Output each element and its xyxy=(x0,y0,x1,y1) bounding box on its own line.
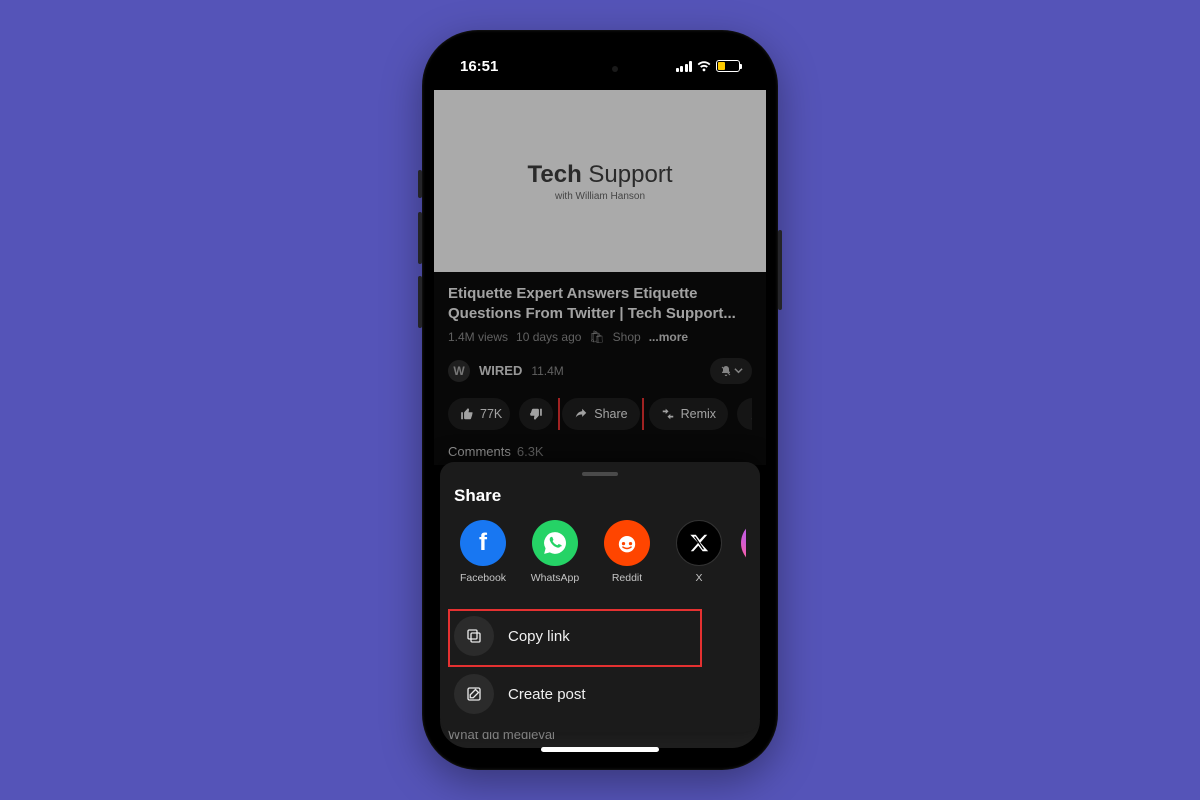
share-app-x[interactable]: X xyxy=(670,520,728,596)
home-indicator[interactable] xyxy=(541,747,659,752)
reddit-icon xyxy=(604,520,650,566)
wifi-icon xyxy=(696,60,712,72)
share-app-reddit[interactable]: Reddit xyxy=(598,520,656,596)
side-button xyxy=(418,170,422,198)
power-button xyxy=(778,230,782,310)
copy-link-label: Copy link xyxy=(508,628,570,645)
download-icon xyxy=(749,407,752,421)
view-count: 1.4M views xyxy=(448,330,508,344)
volume-up-button xyxy=(418,212,422,264)
create-post-button[interactable]: Create post xyxy=(454,672,746,716)
thumbnail-title: Tech Support xyxy=(528,161,673,189)
video-info: Etiquette Expert Answers Etiquette Quest… xyxy=(434,272,766,465)
messenger-icon xyxy=(741,520,746,566)
screen: 16:51 Tech Support with William Hanson E… xyxy=(434,42,766,758)
remix-icon xyxy=(661,407,675,421)
share-sheet-title: Share xyxy=(454,486,746,506)
action-chips: 77K Share Remix Do xyxy=(448,398,752,430)
download-button[interactable]: Do xyxy=(737,398,752,430)
x-icon xyxy=(676,520,722,566)
dynamic-island xyxy=(550,56,650,82)
phone-frame: 16:51 Tech Support with William Hanson E… xyxy=(422,30,778,770)
whatsapp-icon xyxy=(532,520,578,566)
copy-icon xyxy=(465,627,483,645)
facebook-icon: f xyxy=(460,520,506,566)
share-sheet: Share f Facebook WhatsApp Reddit X xyxy=(440,462,760,732)
thumbs-down-icon xyxy=(529,407,543,421)
share-button[interactable]: Share xyxy=(562,398,639,430)
remix-label: Remix xyxy=(681,407,716,421)
bell-icon xyxy=(720,365,732,377)
video-title[interactable]: Etiquette Expert Answers Etiquette Quest… xyxy=(448,284,752,325)
channel-avatar[interactable]: W xyxy=(448,360,470,382)
comments-label: Comments xyxy=(448,444,511,459)
cellular-icon xyxy=(676,61,693,72)
dislike-button[interactable] xyxy=(519,398,553,430)
drag-handle[interactable] xyxy=(582,472,618,476)
channel-row: W WIRED 11.4M xyxy=(448,358,752,384)
comments-count: 6.3K xyxy=(517,444,544,459)
remix-button[interactable]: Remix xyxy=(649,398,728,430)
share-apps-row[interactable]: f Facebook WhatsApp Reddit X Faceb xyxy=(454,520,746,596)
like-button[interactable]: 77K xyxy=(448,398,510,430)
share-label: Share xyxy=(594,407,627,421)
shop-label[interactable]: Shop xyxy=(613,330,641,344)
share-app-whatsapp[interactable]: WhatsApp xyxy=(526,520,584,596)
like-count: 77K xyxy=(480,407,502,421)
copy-link-button[interactable]: Copy link xyxy=(454,614,746,658)
chevron-down-icon xyxy=(734,366,743,375)
share-app-messenger[interactable]: Faceb Mess xyxy=(742,520,746,596)
comments-row[interactable]: Comments 6.3K xyxy=(448,444,752,459)
video-meta: 1.4M views 10 days ago 🛍 Shop ...more xyxy=(448,330,752,344)
video-thumbnail[interactable]: Tech Support with William Hanson xyxy=(434,90,766,272)
share-app-facebook[interactable]: f Facebook xyxy=(454,520,512,596)
more-button[interactable]: ...more xyxy=(649,330,688,344)
create-post-label: Create post xyxy=(508,686,586,703)
share-actions: Copy link Create post xyxy=(454,614,746,716)
channel-name[interactable]: WIRED xyxy=(479,363,522,378)
compose-icon xyxy=(465,685,483,703)
upload-age: 10 days ago xyxy=(516,330,581,344)
volume-down-button xyxy=(418,276,422,328)
battery-icon xyxy=(716,60,740,72)
share-icon xyxy=(574,407,588,421)
subscriber-count: 11.4M xyxy=(531,364,563,378)
notification-button[interactable] xyxy=(710,358,752,384)
shop-icon: 🛍 xyxy=(589,330,604,344)
thumbnail-subtitle: with William Hanson xyxy=(555,191,645,202)
status-time: 16:51 xyxy=(460,58,498,75)
thumbs-up-icon xyxy=(460,407,474,421)
